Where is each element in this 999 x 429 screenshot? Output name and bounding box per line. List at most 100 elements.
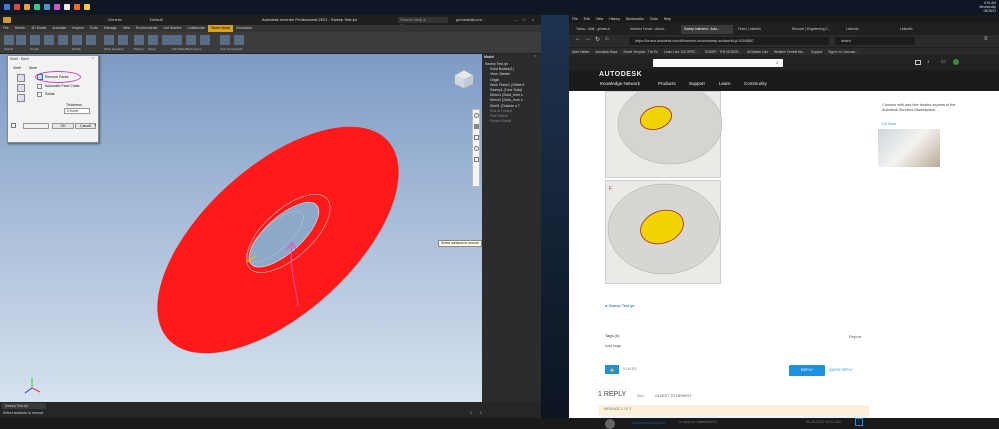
- ribbon-button-icon[interactable]: [104, 35, 114, 45]
- browser-close-icon[interactable]: ×: [534, 54, 536, 58]
- browser-tab[interactable]: LinkedIn: [843, 25, 895, 34]
- ribbon-tab-3d-model[interactable]: 3D Model: [28, 25, 49, 32]
- search-commands-input[interactable]: Search Help & Commands...: [398, 17, 448, 28]
- look-at-icon[interactable]: [474, 157, 479, 162]
- nav-learn[interactable]: Learn: [719, 81, 731, 86]
- ribbon-button-icon[interactable]: [44, 35, 54, 45]
- autodesk-logo[interactable]: AUTODESK: [599, 71, 642, 78]
- pan-icon[interactable]: [474, 124, 479, 129]
- add-tags-link[interactable]: Add tags: [605, 343, 621, 348]
- outside-icon[interactable]: [17, 84, 25, 92]
- menu-icon[interactable]: ≡: [984, 36, 988, 42]
- search-box[interactable]: desert: [835, 37, 915, 45]
- ribbon-tab-annotate[interactable]: Annotate: [49, 25, 69, 32]
- more-button[interactable]: »: [94, 123, 99, 129]
- ribbon-tab-simulation[interactable]: Simulation: [233, 25, 255, 32]
- browser-node[interactable]: Origin: [490, 78, 499, 82]
- folder-icon[interactable]: [24, 4, 30, 10]
- nav-products[interactable]: Products: [658, 81, 676, 86]
- browser-node[interactable]: End of Folded: [490, 109, 512, 113]
- tab-shell[interactable]: Shell: [13, 66, 21, 70]
- search-icon[interactable]: ⌕: [776, 60, 779, 66]
- help-icon[interactable]: [11, 123, 16, 128]
- ribbon-button-icon[interactable]: [234, 35, 244, 45]
- app-icon[interactable]: [54, 4, 60, 10]
- mail-icon[interactable]: [915, 60, 921, 65]
- ribbon-button-icon[interactable]: [134, 35, 144, 45]
- browser-tab[interactable]: LinkedIn: [897, 25, 949, 34]
- reply-button[interactable]: REPLY: [789, 365, 825, 376]
- preview-toggle[interactable]: [23, 123, 49, 129]
- browser-tab[interactable]: Yahoo - Mail - grimes.b: [573, 25, 625, 34]
- ribbon-tab-tools[interactable]: Tools: [87, 25, 101, 32]
- menu-tools[interactable]: Tools: [647, 17, 661, 21]
- like-button[interactable]: 👍: [605, 365, 619, 374]
- ribbon-button-icon[interactable]: [162, 35, 172, 45]
- home-icon[interactable]: ⌂: [605, 36, 609, 42]
- nav-support[interactable]: Support: [689, 81, 705, 86]
- ribbon-tab-sketch[interactable]: Sketch: [12, 25, 29, 32]
- back-icon[interactable]: ←: [575, 36, 581, 42]
- browser-node[interactable]: Shell1 (Outside o.T: [490, 104, 520, 108]
- options-icon[interactable]: ⋮: [855, 418, 863, 426]
- nav-community[interactable]: Community: [744, 81, 767, 86]
- ribbon-tab-view[interactable]: View: [119, 25, 133, 32]
- site-title[interactable]: Knowledge Network: [600, 81, 640, 86]
- bell-icon[interactable]: ♪: [927, 59, 930, 65]
- ribbon-button-icon[interactable]: [200, 35, 210, 45]
- ribbon-tab-get-started[interactable]: Get Started: [160, 25, 184, 32]
- ok-button[interactable]: OK: [52, 123, 74, 129]
- clock[interactable]: 8:51 AM Wednesday 05/26/21: [958, 1, 996, 13]
- solids-select-icon[interactable]: [37, 92, 42, 97]
- close-icon[interactable]: ×: [532, 15, 534, 25]
- ribbon-tab-collaborate[interactable]: Collaborate: [184, 25, 208, 32]
- option-solids[interactable]: Solids: [45, 92, 55, 96]
- menu-bookmarks[interactable]: Bookmarks: [623, 17, 647, 21]
- browser-node[interactable]: Sweep Test.ipt: [485, 62, 508, 66]
- browser-tab[interactable]: Feed | LinkedIn: [735, 25, 787, 34]
- user-account[interactable]: grimesb@corn...: [456, 15, 485, 25]
- menu-history[interactable]: History: [606, 17, 623, 21]
- ribbon-button-icon[interactable]: [148, 35, 158, 45]
- ribbon-button-icon[interactable]: [4, 35, 14, 45]
- ribbon-button-icon[interactable]: [72, 35, 82, 45]
- ribbon-button-icon[interactable]: [220, 35, 230, 45]
- navigation-bar[interactable]: [472, 109, 480, 187]
- option-automatic-face-chain[interactable]: Automatic Face Chain: [45, 84, 79, 88]
- ribbon-button-icon[interactable]: [58, 35, 68, 45]
- cancel-button[interactable]: Cancel: [75, 123, 96, 129]
- ribbon-button-icon[interactable]: [118, 35, 128, 45]
- steering-wheel-icon[interactable]: [474, 113, 479, 118]
- ribbon-tab-manage[interactable]: Manage: [101, 25, 120, 32]
- post-image-2[interactable]: F: [605, 180, 721, 284]
- attachment-link[interactable]: ⌀ Sweep Test.ipt: [605, 303, 634, 308]
- browser-node[interactable]: Mirror2 (Solid_from s: [490, 98, 523, 102]
- menu-edit[interactable]: Edit: [581, 17, 593, 21]
- ribbon-button-icon[interactable]: [172, 35, 182, 45]
- browser-node[interactable]: Solid Bodies(1): [490, 67, 514, 71]
- tab-more[interactable]: More: [29, 66, 37, 70]
- firefox-icon[interactable]: [74, 4, 80, 10]
- both-icon[interactable]: [17, 94, 25, 102]
- thickness-input[interactable]: 2.5 mm: [64, 108, 90, 114]
- report-link[interactable]: Report: [849, 334, 861, 339]
- ribbon-tab-environments[interactable]: Environments: [133, 25, 160, 32]
- browser-node[interactable]: View: Master: [490, 72, 510, 76]
- chain-checkbox[interactable]: [37, 84, 42, 89]
- document-tab[interactable]: Sweep Test.ipt: [2, 403, 46, 409]
- reload-icon[interactable]: ↻: [595, 36, 600, 43]
- cart-icon[interactable]: ▭: [941, 59, 946, 65]
- dialog-close-icon[interactable]: ×: [92, 56, 94, 60]
- start-icon[interactable]: [4, 4, 10, 10]
- ribbon-button-icon[interactable]: [30, 35, 40, 45]
- zoom-icon[interactable]: [474, 135, 479, 140]
- menu-view[interactable]: View: [593, 17, 607, 21]
- menu-file[interactable]: File: [569, 17, 581, 21]
- sidebar-link[interactable]: Go Now: [882, 122, 896, 126]
- url-bar[interactable]: https://forums.autodesk.com/t5/inventor-…: [629, 37, 829, 45]
- browser-tab[interactable]: Sweep Intersect - Auto...: [681, 25, 733, 34]
- browser-tab[interactable]: Inventor Forum - Autod...: [627, 25, 679, 34]
- minimize-icon[interactable]: –: [515, 15, 517, 25]
- app-icon[interactable]: [84, 4, 90, 10]
- quick-style-select[interactable]: Generic: [108, 15, 122, 25]
